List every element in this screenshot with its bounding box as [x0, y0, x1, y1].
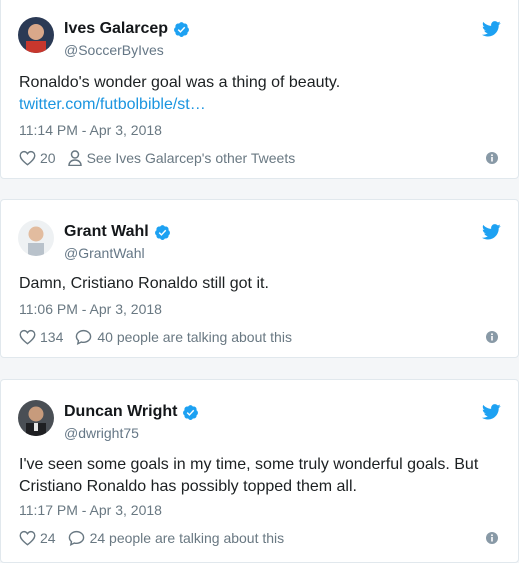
reply-bubble-icon[interactable] — [68, 530, 85, 546]
like-count[interactable]: 134 — [40, 329, 63, 345]
conversation-link[interactable]: 24 people are talking about this — [90, 530, 285, 546]
twitter-bird-icon[interactable] — [482, 404, 501, 420]
verified-badge-icon — [174, 21, 190, 37]
author-name-line[interactable]: Grant Wahl — [64, 223, 171, 241]
author-name[interactable]: Grant Wahl — [64, 223, 149, 241]
tweet-card: Ives Galarcep @SoccerByIves Ronaldo's wo… — [0, 0, 519, 179]
tweet-actions: 20 See Ives Galarcep's other Tweets — [19, 150, 295, 166]
tweet-text: I've seen some goals in my time, some tr… — [19, 454, 500, 498]
tweet-actions: 134 40 people are talking about this — [19, 329, 292, 345]
tweet-timestamp[interactable]: 11:14 PM - Apr 3, 2018 — [19, 122, 162, 138]
tweet-timestamp[interactable]: 11:06 PM - Apr 3, 2018 — [19, 301, 162, 317]
verified-badge-icon — [154, 224, 170, 240]
author-name-line[interactable]: Duncan Wright — [64, 403, 199, 421]
other-tweets-link[interactable]: See Ives Galarcep's other Tweets — [87, 150, 296, 166]
reply-bubble-icon[interactable] — [75, 329, 92, 345]
tweet-actions: 24 24 people are talking about this — [19, 530, 284, 546]
author-handle[interactable]: @dwright75 — [64, 425, 139, 441]
tweet-body: Ronaldo's wonder goal was a thing of bea… — [19, 74, 341, 91]
tweet-timestamp[interactable]: 11:17 PM - Apr 3, 2018 — [19, 502, 162, 518]
like-count[interactable]: 20 — [40, 150, 56, 166]
conversation-link[interactable]: 40 people are talking about this — [97, 329, 292, 345]
info-icon[interactable] — [486, 152, 498, 164]
author-name[interactable]: Ives Galarcep — [64, 20, 168, 38]
person-icon[interactable] — [67, 150, 82, 166]
heart-icon[interactable] — [19, 329, 36, 345]
tweet-card: Grant Wahl @GrantWahl Damn, Cristiano Ro… — [0, 199, 519, 358]
info-icon[interactable] — [486, 331, 498, 343]
author-handle[interactable]: @SoccerByIves — [64, 42, 164, 58]
verified-badge-icon — [183, 404, 199, 420]
heart-icon[interactable] — [19, 150, 36, 166]
tweet-body: Damn, Cristiano Ronaldo still got it. — [19, 275, 269, 292]
info-icon[interactable] — [486, 532, 498, 544]
author-handle[interactable]: @GrantWahl — [64, 245, 145, 261]
tweet-text: Damn, Cristiano Ronaldo still got it. — [19, 273, 500, 295]
author-name-line[interactable]: Ives Galarcep — [64, 20, 190, 38]
like-count[interactable]: 24 — [40, 530, 56, 546]
twitter-bird-icon[interactable] — [482, 224, 501, 240]
heart-icon[interactable] — [19, 530, 36, 546]
twitter-bird-icon[interactable] — [482, 21, 501, 37]
tweet-card: Duncan Wright @dwright75 I've seen some … — [0, 379, 519, 563]
tweet-text: Ronaldo's wonder goal was a thing of bea… — [19, 72, 500, 116]
tweet-link[interactable]: twitter.com/futbolbible/st… — [19, 96, 206, 113]
avatar[interactable] — [18, 17, 54, 53]
author-name[interactable]: Duncan Wright — [64, 403, 177, 421]
avatar[interactable] — [18, 220, 54, 256]
avatar[interactable] — [18, 400, 54, 436]
tweet-body: I've seen some goals in my time, some tr… — [19, 456, 479, 495]
